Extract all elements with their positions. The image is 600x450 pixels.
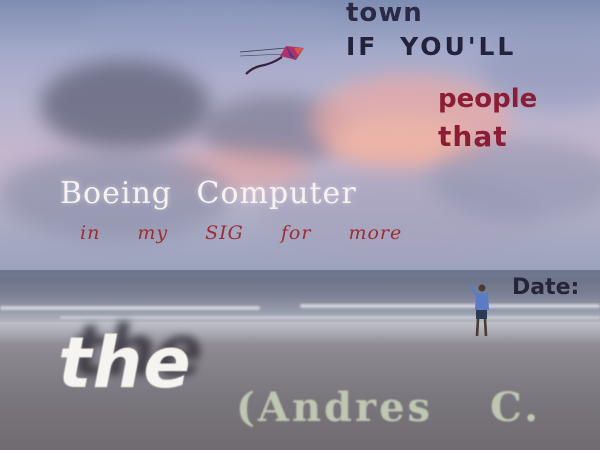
overlay-text-the: the xyxy=(58,322,192,404)
cloud xyxy=(40,60,210,150)
overlay-text-if-youll: IF YOU'LL xyxy=(346,32,517,61)
overlay-text-boeing-computer: Boeing Computer xyxy=(60,176,357,211)
overlay-text-town: town xyxy=(346,0,423,28)
overlay-text-andres: (Andres C. xyxy=(236,384,542,431)
person-icon xyxy=(470,284,489,337)
overlay-text-people: people xyxy=(438,84,538,114)
overlay-text-that: that xyxy=(438,120,508,153)
overlay-text-date: Date: xyxy=(512,275,580,300)
photo-scene: town IF YOU'LL people that Boeing Comput… xyxy=(0,0,600,450)
kite-icon xyxy=(239,46,304,75)
overlay-text-in-my-sig: in my SIG for more xyxy=(80,222,403,244)
